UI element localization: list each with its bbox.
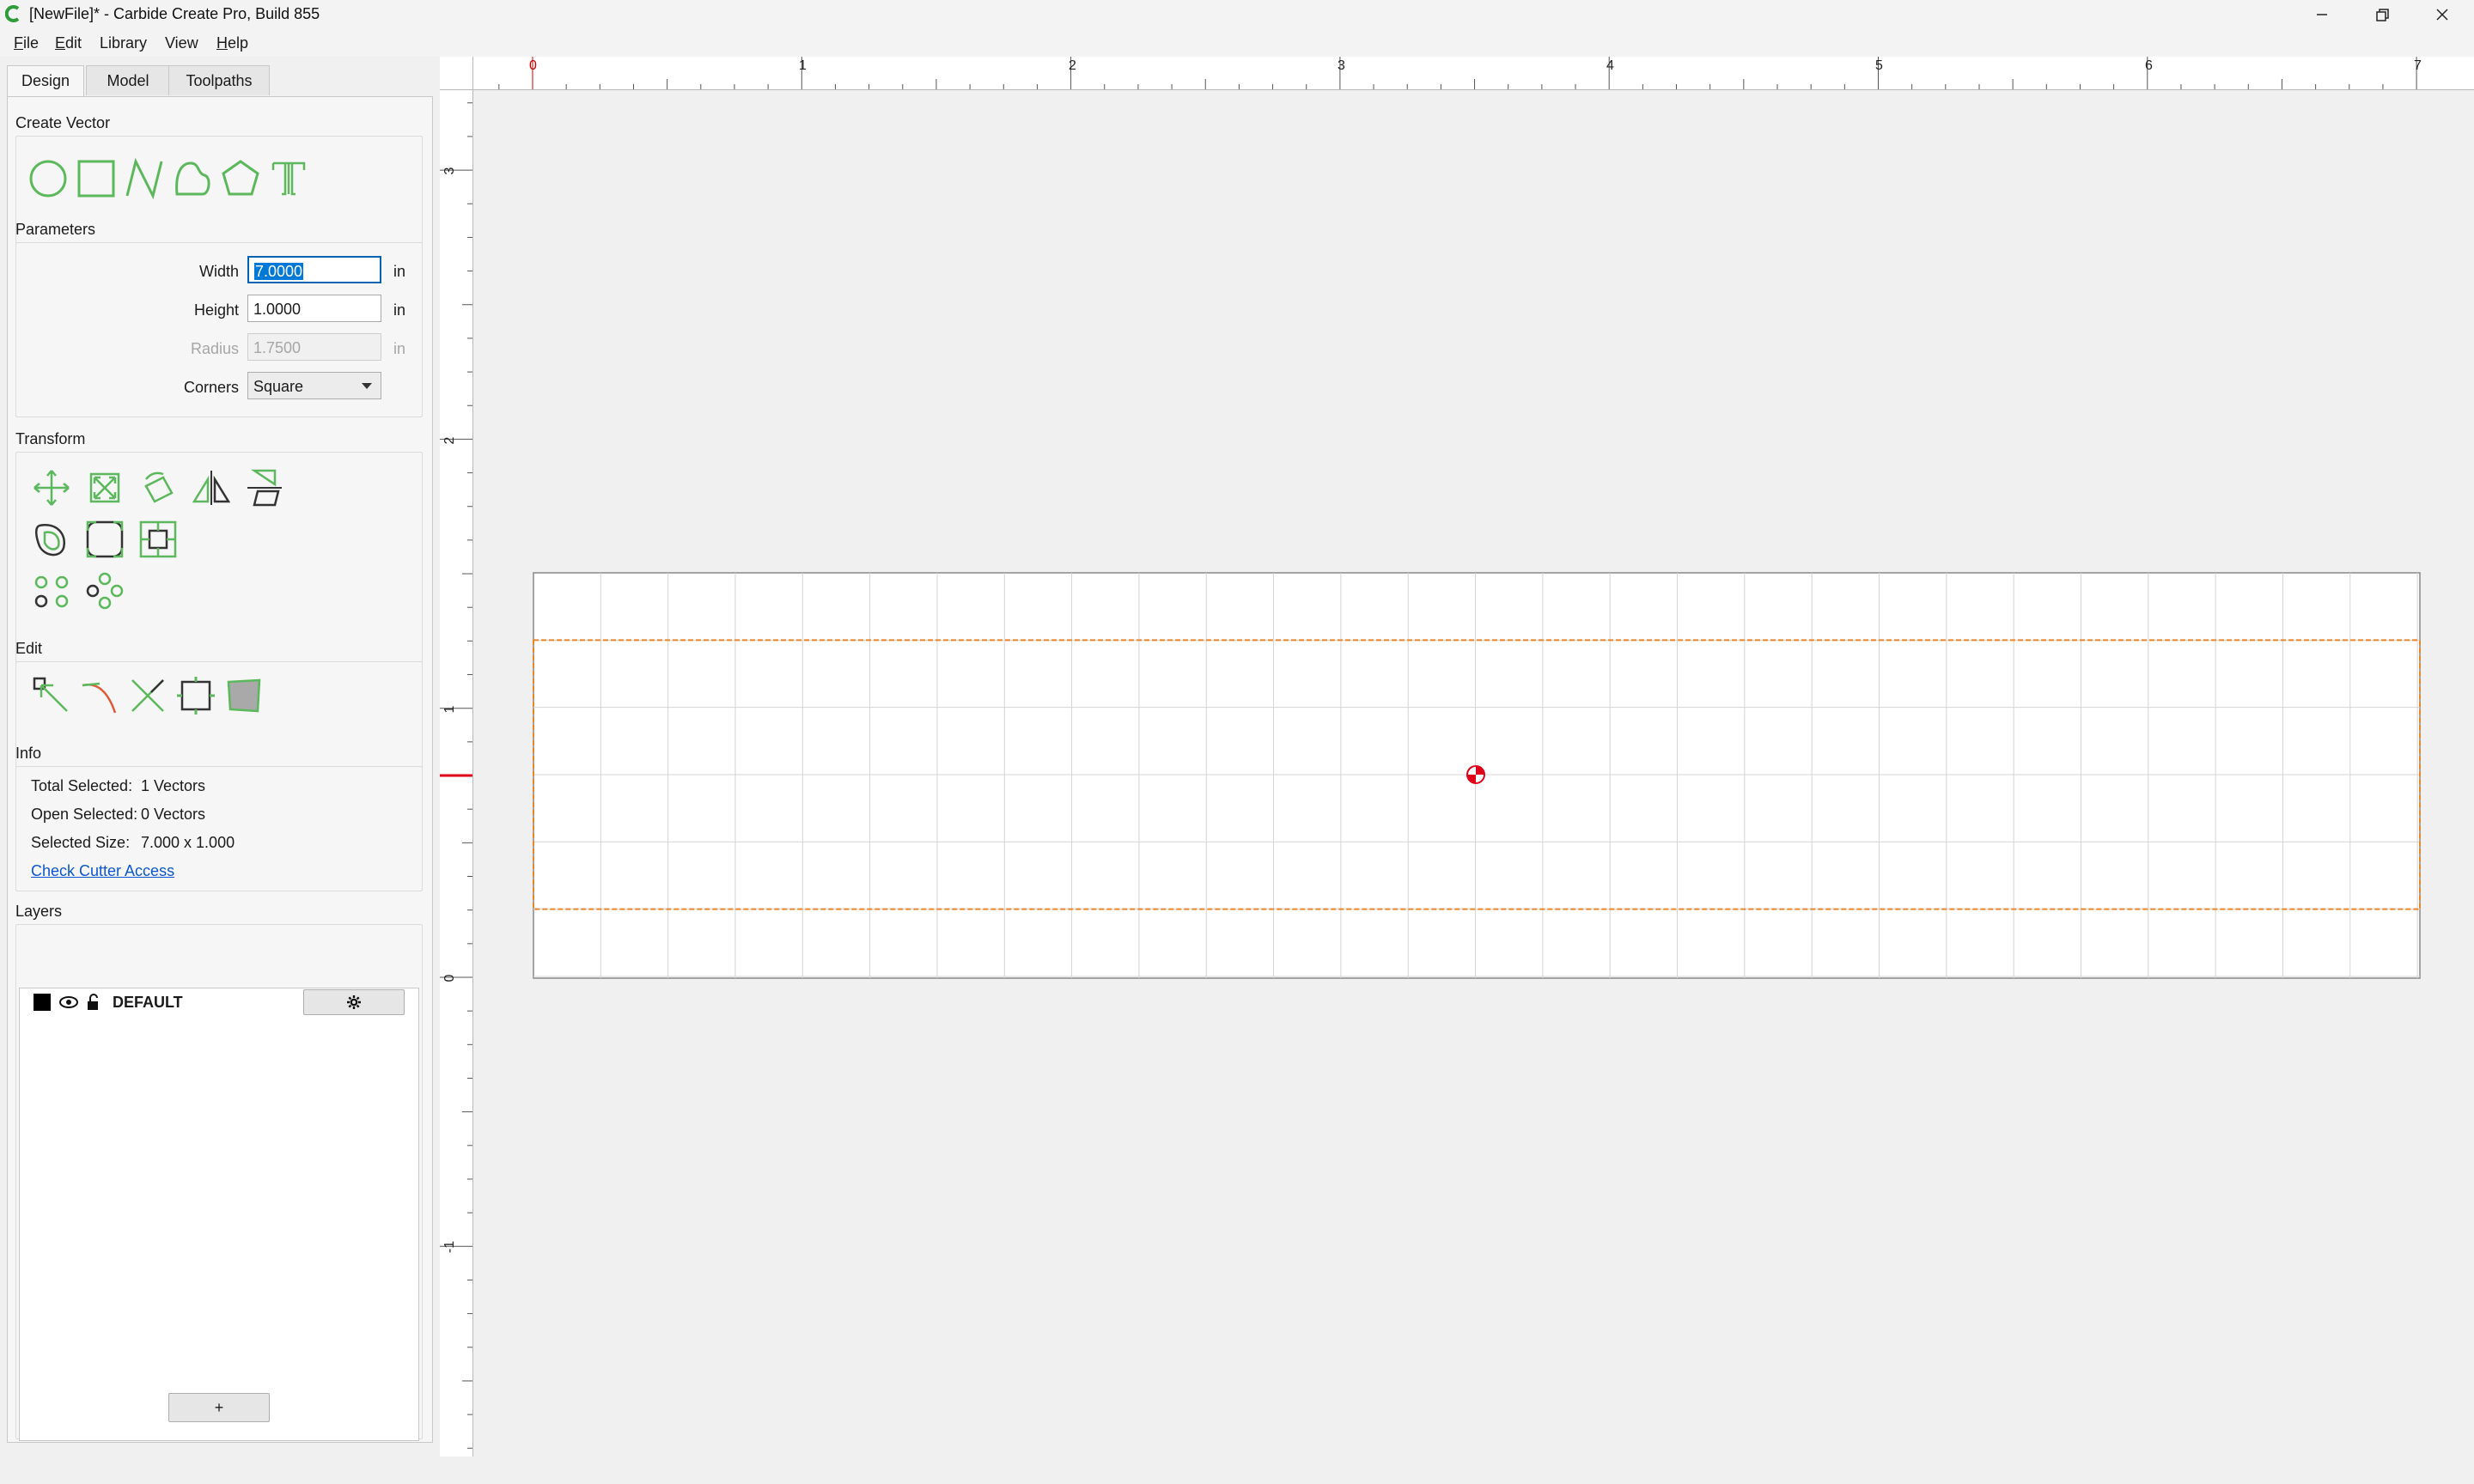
ruler-left-label: -1	[442, 1240, 457, 1254]
radius-field: 1.7500	[247, 333, 381, 361]
curve-icon[interactable]	[170, 156, 215, 201]
selected-size-label: Selected Size:	[31, 834, 131, 851]
ruler-top-label: 2	[1069, 58, 1076, 73]
origin-marker-icon[interactable]	[1466, 764, 1486, 785]
layer-settings-button[interactable]	[303, 989, 405, 1015]
ruler-top-label: 1	[799, 58, 807, 73]
restore-button[interactable]	[2352, 0, 2412, 29]
ruler-top-label: 0	[529, 58, 537, 73]
edit-label: Edit	[15, 640, 43, 657]
radius-label: Radius	[190, 340, 239, 357]
ruler-vertical: 3 2 1 0 -1	[440, 57, 473, 1457]
layer-row[interactable]: DEFAULT	[20, 988, 417, 1015]
menu-bar: File Edit Library View Help	[0, 29, 2474, 57]
menu-view[interactable]: View	[163, 33, 200, 53]
ruler-left-label: 1	[442, 705, 457, 714]
title-bar: [NewFile]* - Carbide Create Pro, Build 8…	[0, 0, 2474, 29]
layer-color-swatch[interactable]	[34, 994, 51, 1011]
ruler-left-label: 3	[442, 167, 457, 175]
window-title: [NewFile]* - Carbide Create Pro, Build 8…	[29, 5, 320, 22]
restore-icon	[2376, 9, 2389, 21]
fillet-icon[interactable]	[82, 517, 127, 562]
ruler-left-label: 0	[442, 974, 457, 982]
chevron-down-icon	[362, 383, 372, 389]
corners-value: Square	[253, 378, 304, 395]
join-icon[interactable]	[174, 673, 218, 718]
layer-name: DEFAULT	[113, 994, 183, 1011]
corners-select[interactable]: Square	[247, 372, 381, 399]
add-layer-button[interactable]: +	[168, 1393, 270, 1422]
eye-icon[interactable]	[59, 996, 78, 1008]
width-field[interactable]: 7.0000	[247, 256, 381, 283]
ruler-top-label: 7	[2414, 58, 2422, 73]
linear-array-icon[interactable]	[29, 569, 74, 613]
menu-help[interactable]: Help	[215, 33, 250, 53]
gear-icon	[347, 995, 361, 1009]
close-button[interactable]	[2412, 0, 2472, 29]
total-selected-value: 1 Vectors	[141, 777, 206, 794]
mirror-horizontal-icon[interactable]	[189, 465, 234, 510]
polyline-icon[interactable]	[122, 156, 167, 201]
tab-model[interactable]: Model	[86, 65, 170, 95]
ruler-top-label: 6	[2145, 58, 2153, 73]
rotate-icon[interactable]	[136, 465, 180, 510]
ruler-horizontal: 0 1 2 3 4 5 6 7	[440, 57, 2474, 90]
ruler-top-label: 5	[1875, 58, 1883, 73]
align-center-icon[interactable]	[136, 517, 180, 562]
unlock-icon[interactable]	[85, 994, 101, 1011]
open-selected-value: 0 Vectors	[141, 806, 206, 823]
open-selected-label: Open Selected:	[31, 806, 138, 823]
boolean-icon[interactable]	[222, 673, 266, 718]
check-cutter-access-link[interactable]: Check Cutter Access	[31, 861, 174, 881]
transform-label: Transform	[15, 430, 86, 447]
total-selected-label: Total Selected:	[31, 777, 133, 794]
ruler-top-label: 3	[1338, 58, 1345, 73]
layers-label: Layers	[15, 903, 63, 920]
height-label: Height	[193, 301, 239, 319]
menu-edit[interactable]: Edit	[53, 33, 83, 53]
width-label: Width	[198, 263, 239, 280]
menu-file[interactable]: File	[12, 33, 40, 53]
minimize-button[interactable]	[2292, 0, 2352, 29]
trim-icon[interactable]	[125, 673, 170, 718]
tab-design[interactable]: Design	[7, 65, 84, 98]
scale-icon[interactable]	[82, 465, 127, 510]
parameters-label: Parameters	[15, 221, 96, 238]
node-edit-icon[interactable]	[29, 673, 74, 718]
canvas-area[interactable]: 0 1 2 3 4 5 6 7 3 2 1 0 -1	[440, 57, 2474, 1484]
create-vector-label: Create Vector	[15, 114, 111, 131]
minimize-icon	[2317, 14, 2327, 15]
info-label: Info	[15, 745, 42, 762]
offset-icon[interactable]	[29, 517, 74, 562]
polygon-icon[interactable]	[218, 156, 263, 201]
height-unit: in	[393, 301, 406, 319]
app-logo-icon	[4, 4, 22, 23]
close-icon	[2436, 9, 2448, 21]
menu-library[interactable]: Library	[98, 33, 149, 53]
move-icon[interactable]	[29, 465, 74, 510]
ruler-top-label: 4	[1606, 58, 1614, 73]
text-icon[interactable]	[266, 156, 311, 201]
circle-icon[interactable]	[26, 156, 70, 201]
layers-list: DEFAULT	[19, 988, 419, 1441]
tab-toolpaths[interactable]: Toolpaths	[168, 65, 270, 95]
ruler-left-label: 2	[442, 436, 457, 445]
ruler-corner	[440, 57, 473, 90]
radius-unit: in	[393, 340, 406, 357]
width-unit: in	[393, 263, 406, 280]
bezier-edit-icon[interactable]	[77, 673, 122, 718]
circular-array-icon[interactable]	[82, 569, 127, 613]
corners-label: Corners	[183, 379, 239, 396]
height-field[interactable]: 1.0000	[247, 295, 381, 322]
left-panel: Design Model Toolpaths Create Vector Par…	[0, 57, 440, 1484]
mirror-vertical-icon[interactable]	[242, 465, 287, 510]
rectangle-icon[interactable]	[74, 156, 119, 201]
selected-size-value: 7.000 x 1.000	[141, 834, 235, 851]
